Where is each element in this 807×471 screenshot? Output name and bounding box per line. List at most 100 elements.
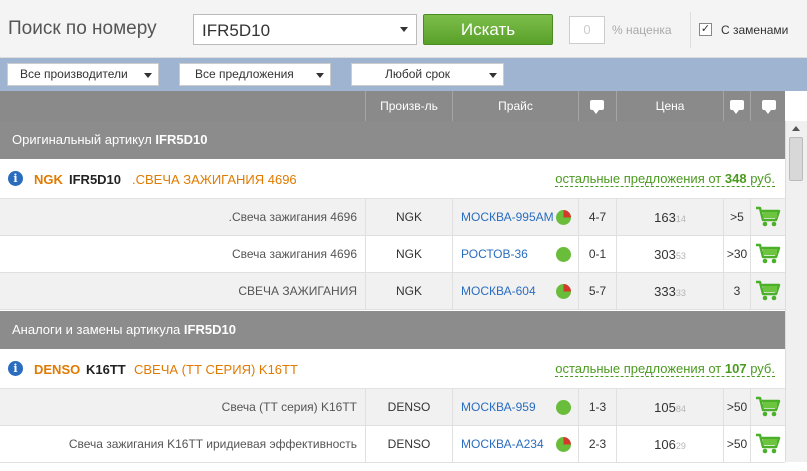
section-label: Аналоги и замены артикула: [12, 322, 181, 337]
offer-cost-cents: 84: [675, 404, 686, 414]
search-button[interactable]: Искать: [423, 14, 553, 45]
divider: [690, 12, 691, 48]
offer-cost-value: 163: [654, 210, 676, 225]
section-article: IFR5D10: [155, 132, 208, 147]
offer-cost: 30353: [616, 236, 723, 273]
offer-manufacturer: DENSO: [365, 426, 452, 463]
replacements-checkbox[interactable]: ✓: [699, 23, 712, 36]
other-offers-price: 348: [724, 171, 747, 186]
availability-icon: [556, 284, 571, 299]
info-icon[interactable]: i: [8, 361, 23, 376]
offer-quantity: >30: [723, 236, 750, 273]
column-days[interactable]: [578, 91, 616, 121]
scrollbar-corner: [785, 91, 807, 121]
scrollbar[interactable]: [785, 121, 807, 462]
table-row: Свеча (ТТ серия) K16TT DENSO МОСКВА-959 1-3…: [0, 389, 785, 426]
offer-days: 0-1: [578, 236, 616, 273]
group-description: СВЕЧА (ТТ СЕРИЯ) K16TT: [134, 362, 298, 377]
term-filter[interactable]: Любой срок: [351, 63, 504, 86]
offer-cart: [750, 389, 785, 426]
offer-cart: [750, 199, 785, 236]
offer-description: Свеча зажигания 4696: [232, 247, 357, 261]
brand-group: i DENSO K16TT СВЕЧА (ТТ СЕРИЯ) K16TT ост…: [0, 349, 785, 389]
table-row: .Свеча зажигания 4696 NGK МОСКВА-995АМ 4-7 1…: [0, 199, 785, 236]
offer-manufacturer: NGK: [365, 236, 452, 273]
other-offers-unit: руб.: [750, 171, 775, 186]
offer-cost: 33333: [616, 273, 723, 310]
comment-icon: [762, 100, 776, 114]
add-to-cart-icon[interactable]: [755, 432, 781, 456]
offers-filter[interactable]: Все предложения: [179, 63, 331, 86]
info-icon[interactable]: i: [8, 171, 23, 186]
offer-price-list: МОСКВА-995АМ: [452, 199, 578, 236]
availability-icon: [556, 400, 571, 415]
offer-quantity: >5: [723, 199, 750, 236]
offer-cost-value: 106: [654, 437, 676, 452]
offer-manufacturer: DENSO: [365, 389, 452, 426]
price-list-link[interactable]: МОСКВА-959: [461, 400, 536, 414]
table-row: Свеча зажигания 4696 NGK РОСТОВ-36 0-1 30353…: [0, 236, 785, 273]
other-offers-link[interactable]: остальные предложения от 107 руб.: [555, 362, 775, 377]
offer-cost-cents: 33: [675, 288, 686, 298]
group-description: .СВЕЧА ЗАЖИГАНИЯ 4696: [132, 172, 297, 187]
offer-days: 5-7: [578, 273, 616, 310]
table-row: Свеча зажигания K16TT иридиевая эффектив…: [0, 426, 785, 463]
part-number-input[interactable]: IFR5D10: [193, 14, 417, 45]
offer-price-list: МОСКВА-604: [452, 273, 578, 310]
manufacturer-filter[interactable]: Все производители: [7, 63, 159, 86]
section-label: Оригинальный артикул: [12, 132, 152, 147]
markup-label: % наценка: [612, 23, 672, 37]
comment-icon: [730, 100, 744, 114]
column-cart[interactable]: [750, 91, 785, 121]
offer-description: Свеча (ТТ серия) K16TT: [221, 400, 357, 414]
offer-cost-cents: 14: [675, 214, 686, 224]
offer-cost: 10584: [616, 389, 723, 426]
offer-description: Свеча зажигания K16TT иридиевая эффектив…: [68, 437, 357, 451]
availability-icon: [556, 210, 571, 225]
offer-days: 1-3: [578, 389, 616, 426]
offer-cost-cents: 53: [675, 251, 686, 261]
column-cost[interactable]: Цена: [616, 91, 723, 121]
other-offers-unit: руб.: [750, 361, 775, 376]
page-title: Поиск по номеру: [8, 18, 157, 39]
section-analogs-header: Аналоги и замены артикула IFR5D10: [0, 311, 785, 349]
offer-cost-cents: 29: [675, 441, 686, 451]
price-list-link[interactable]: МОСКВА-604: [461, 284, 536, 298]
offer-cost: 16314: [616, 199, 723, 236]
price-list-link[interactable]: МОСКВА-А234: [461, 437, 544, 451]
add-to-cart-icon[interactable]: [755, 395, 781, 419]
price-list-link[interactable]: МОСКВА-995АМ: [461, 210, 554, 224]
offer-cost-value: 333: [654, 284, 676, 299]
column-manufacturer[interactable]: Произв-ль: [365, 91, 452, 121]
table-row: СВЕЧА ЗАЖИГАНИЯ NGK МОСКВА-604 5-7 33333 3: [0, 273, 785, 310]
scrollbar-thumb[interactable]: [789, 137, 803, 181]
offer-quantity: 3: [723, 273, 750, 310]
offers-filter-label: Все предложения: [195, 67, 294, 81]
section-article: IFR5D10: [183, 322, 236, 337]
other-offers-price: 107: [724, 361, 747, 376]
column-description: [0, 91, 365, 121]
offer-manufacturer: NGK: [365, 273, 452, 310]
offer-description: .Свеча зажигания 4696: [228, 210, 357, 224]
markup-input[interactable]: 0: [569, 16, 605, 44]
chevron-down-icon[interactable]: [392, 15, 416, 44]
add-to-cart-icon[interactable]: [755, 279, 781, 303]
availability-icon: [556, 247, 571, 262]
filter-bar: Все производители Все предложения Любой …: [0, 58, 807, 91]
offer-cost-value: 105: [654, 400, 676, 415]
add-to-cart-icon[interactable]: [755, 242, 781, 266]
group-brand: DENSO: [34, 362, 81, 377]
offer-quantity: >50: [723, 389, 750, 426]
other-offers-link[interactable]: остальные предложения от 348 руб.: [555, 172, 775, 187]
replacements-label[interactable]: С заменами: [721, 23, 788, 37]
column-qty[interactable]: [723, 91, 750, 121]
group-brand: NGK: [34, 172, 63, 187]
column-price-list[interactable]: Прайс: [452, 91, 578, 121]
scroll-up-icon[interactable]: [792, 126, 800, 131]
offer-quantity: >50: [723, 426, 750, 463]
group-article: IFR5D10: [69, 172, 122, 187]
price-list-link[interactable]: РОСТОВ-36: [461, 247, 528, 261]
offer-cart: [750, 426, 785, 463]
add-to-cart-icon[interactable]: [755, 205, 781, 229]
section-original-header: Оригинальный артикул IFR5D10: [0, 121, 785, 159]
